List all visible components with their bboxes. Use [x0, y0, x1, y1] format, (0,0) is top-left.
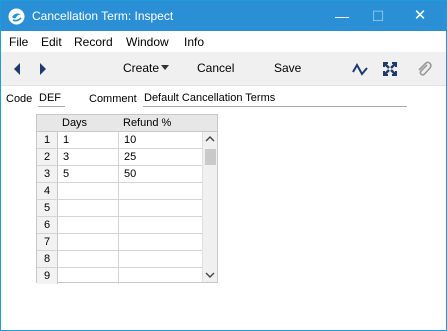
refund-cell[interactable] [119, 217, 202, 233]
vertical-scrollbar[interactable] [202, 132, 217, 282]
terms-grid: Days Refund % 1 1 10 2 3 25 3 5 50 4 5 6… [36, 114, 218, 285]
menu-info[interactable]: Info [184, 35, 204, 49]
refund-cell[interactable]: 50 [119, 166, 202, 182]
days-cell[interactable] [58, 200, 119, 216]
refund-cell[interactable] [119, 200, 202, 216]
minimize-button[interactable]: — [327, 1, 357, 31]
app-logo-icon [8, 8, 25, 25]
menu-file[interactable]: File [9, 35, 28, 49]
comment-label: Comment [89, 93, 137, 105]
title-bar[interactable]: Cancellation Term: Inspect — ☐ ✕ [1, 1, 446, 31]
code-label: Code [6, 93, 33, 105]
create-button[interactable]: Create [123, 61, 159, 75]
menu-window[interactable]: Window [126, 35, 169, 49]
expand-icon[interactable] [381, 60, 399, 78]
row-number[interactable]: 8 [37, 251, 58, 267]
refund-cell[interactable] [119, 183, 202, 199]
scroll-thumb[interactable] [205, 149, 216, 165]
days-column-header[interactable]: Days [62, 117, 87, 129]
close-button[interactable]: ✕ [405, 1, 435, 31]
refund-column-header[interactable]: Refund % [123, 117, 171, 129]
table-row[interactable]: 1 1 10 [37, 132, 202, 149]
days-cell[interactable]: 1 [58, 132, 119, 148]
row-number[interactable]: 4 [37, 183, 58, 199]
row-number[interactable]: 6 [37, 217, 58, 233]
row-number[interactable]: 3 [37, 166, 58, 182]
menu-edit[interactable]: Edit [41, 35, 62, 49]
toolbar: Create Cancel Save [1, 52, 446, 86]
cancel-button[interactable]: Cancel [197, 61, 234, 75]
table-row[interactable]: 6 [37, 217, 202, 234]
days-cell[interactable] [58, 268, 119, 284]
refund-cell[interactable] [119, 251, 202, 267]
row-number[interactable]: 5 [37, 200, 58, 216]
scroll-up-icon[interactable] [203, 132, 217, 147]
table-row[interactable]: 8 [37, 251, 202, 268]
dropdown-caret-icon[interactable] [161, 65, 169, 70]
days-cell[interactable]: 3 [58, 149, 119, 165]
refund-cell[interactable] [119, 268, 202, 284]
prev-arrow-icon[interactable] [10, 60, 24, 78]
comment-field[interactable]: Default Cancellation Terms [143, 92, 407, 107]
row-number[interactable]: 2 [37, 149, 58, 165]
menu-record[interactable]: Record [74, 35, 113, 49]
refund-cell[interactable]: 25 [119, 149, 202, 165]
days-cell[interactable] [58, 183, 119, 199]
table-row[interactable]: 4 [37, 183, 202, 200]
activity-icon[interactable] [351, 60, 369, 78]
refund-cell[interactable] [119, 234, 202, 250]
days-cell[interactable] [58, 234, 119, 250]
row-number[interactable]: 1 [37, 132, 58, 148]
code-field[interactable]: DEF [38, 92, 65, 107]
row-number[interactable]: 9 [37, 268, 58, 284]
table-row[interactable]: 7 [37, 234, 202, 251]
row-number[interactable]: 7 [37, 234, 58, 250]
table-row[interactable]: 9 [37, 268, 202, 285]
refund-cell[interactable]: 10 [119, 132, 202, 148]
days-cell[interactable] [58, 251, 119, 267]
paperclip-icon[interactable] [415, 60, 433, 78]
window-title: Cancellation Term: Inspect [32, 9, 174, 23]
table-row[interactable]: 5 [37, 200, 202, 217]
scroll-down-icon[interactable] [203, 267, 217, 282]
days-cell[interactable]: 5 [58, 166, 119, 182]
app-window: Cancellation Term: Inspect — ☐ ✕ File Ed… [0, 0, 447, 331]
menu-bar: File Edit Record Window Info [1, 32, 446, 52]
table-row[interactable]: 2 3 25 [37, 149, 202, 166]
days-cell[interactable] [58, 217, 119, 233]
next-arrow-icon[interactable] [36, 60, 50, 78]
grid-header: Days Refund % [37, 115, 217, 132]
maximize-button[interactable]: ☐ [363, 1, 393, 31]
save-button[interactable]: Save [274, 61, 301, 75]
table-row[interactable]: 3 5 50 [37, 166, 202, 183]
